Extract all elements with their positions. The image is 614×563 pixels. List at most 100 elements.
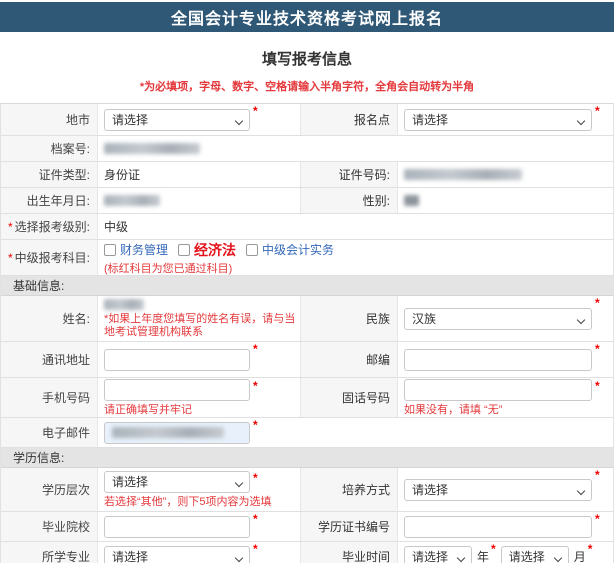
page-title: 填写报考信息 xyxy=(0,48,614,69)
gender-redacted-value xyxy=(404,195,419,206)
ethnicity-select-value: 汉族 xyxy=(412,310,436,327)
name-note: *如果上年度您填写的姓名有误，请与当地考试管理机构联系 xyxy=(104,313,300,339)
required-asterisk: * xyxy=(8,220,13,234)
row-archive-no: 档案号: xyxy=(1,136,613,162)
archive-no-label: 档案号: xyxy=(1,136,98,161)
ethnicity-select[interactable]: 汉族 xyxy=(404,308,592,330)
exam-level-value: 中级 xyxy=(98,214,613,239)
required-asterisk: * xyxy=(253,342,258,356)
grad-month-suffix: 月 xyxy=(574,548,586,563)
grad-month-select[interactable]: 请选择 xyxy=(501,546,569,563)
required-asterisk: * xyxy=(595,296,600,310)
required-asterisk: * xyxy=(253,104,258,118)
chevron-down-icon xyxy=(235,478,243,486)
mobile-input[interactable] xyxy=(104,379,250,401)
subject-checkbox-economic-law[interactable] xyxy=(178,244,190,256)
mobile-label: 手机号码 xyxy=(1,378,98,417)
ethnicity-label: 民族 xyxy=(301,296,398,341)
city-label: 地市 xyxy=(1,104,98,135)
row-edulevel-training: 学历层次 请选择 * 若选择“其他”，则下5项内容为选填 培养方式 请选择 * xyxy=(1,468,613,512)
school-label: 毕业院校 xyxy=(1,512,98,541)
app-header: 全国会计专业技术资格考试网上报名 xyxy=(0,2,614,32)
required-asterisk: * xyxy=(595,342,600,356)
subject-checkbox-practice[interactable] xyxy=(246,244,258,256)
subject-label-practice[interactable]: 中级会计实务 xyxy=(262,241,334,258)
training-mode-label: 培养方式 xyxy=(301,468,398,511)
email-redacted-value xyxy=(112,427,224,438)
required-asterisk: * xyxy=(595,379,600,393)
birth-date-redacted-value xyxy=(104,195,160,206)
required-asterisk: * xyxy=(595,104,600,118)
required-asterisk: * xyxy=(8,251,13,265)
subjects-note: (标红科目为您已通过科目) xyxy=(104,263,232,276)
landline-label: 固话号码 xyxy=(301,378,398,417)
required-asterisk: * xyxy=(588,542,593,556)
row-school-certno: 毕业院校 * 学历证书编号 * xyxy=(1,512,613,542)
required-asterisk: * xyxy=(595,468,600,482)
major-label: 所学专业 xyxy=(1,542,98,563)
exam-level-label: * 选择报考级别: xyxy=(1,214,98,239)
birth-date-label: 出生年月日: xyxy=(1,188,98,213)
row-address-postcode: 通讯地址 * 邮编 * xyxy=(1,342,613,378)
edu-level-select[interactable]: 请选择 xyxy=(104,471,250,493)
mobile-note: 请正确填写并牢记 xyxy=(104,404,192,417)
chevron-down-icon xyxy=(235,553,243,561)
row-city-regpoint: 地市 请选择 * 报名点 请选择 * xyxy=(1,104,613,136)
email-input[interactable] xyxy=(104,422,250,444)
regpoint-select-value: 请选择 xyxy=(412,111,448,128)
name-label: 姓名: xyxy=(1,296,98,341)
required-asterisk: * xyxy=(253,379,258,393)
section-education-info: 学历信息: xyxy=(1,448,613,468)
required-asterisk: * xyxy=(253,512,258,526)
email-label: 电子邮件 xyxy=(1,418,98,447)
training-mode-select[interactable]: 请选择 xyxy=(404,479,592,501)
chevron-down-icon xyxy=(457,553,465,561)
archive-no-redacted-value xyxy=(104,143,200,154)
landline-input[interactable] xyxy=(404,379,592,401)
chevron-down-icon xyxy=(577,315,585,323)
required-asterisk: * xyxy=(491,542,496,556)
chevron-down-icon xyxy=(577,486,585,494)
row-mobile-landline: 手机号码 * 请正确填写并牢记 固话号码 * 如果没有，请填 “无” xyxy=(1,378,613,418)
cert-no-label: 学历证书编号 xyxy=(301,512,398,541)
gender-label: 性别: xyxy=(301,188,398,213)
row-name-ethnicity: 姓名: *如果上年度您填写的姓名有误，请与当地考试管理机构联系 民族 汉族 * xyxy=(1,296,613,342)
regpoint-label: 报名点 xyxy=(301,104,398,135)
row-major-gradtime: 所学专业 请选择 * 毕业时间 请选择 年 * 请选择 月 * xyxy=(1,542,613,563)
edu-level-note: 若选择“其他”，则下5项内容为选填 xyxy=(104,496,271,509)
training-mode-select-value: 请选择 xyxy=(412,481,448,498)
landline-note: 如果没有，请填 “无” xyxy=(404,404,502,417)
address-label: 通讯地址 xyxy=(1,342,98,377)
edu-level-label: 学历层次 xyxy=(1,468,98,511)
subject-label-finance[interactable]: 财务管理 xyxy=(120,241,168,258)
required-asterisk: * xyxy=(253,418,258,432)
edu-level-select-value: 请选择 xyxy=(112,473,148,490)
grad-year-suffix: 年 xyxy=(477,548,489,563)
major-select-value: 请选择 xyxy=(112,548,148,563)
address-input[interactable] xyxy=(104,349,250,371)
grad-year-select[interactable]: 请选择 xyxy=(404,546,472,563)
subjects-label: * 中级报考科目: xyxy=(1,240,98,275)
regpoint-select[interactable]: 请选择 xyxy=(404,109,592,131)
school-input[interactable] xyxy=(104,516,250,538)
name-redacted-value xyxy=(104,299,144,310)
major-select[interactable]: 请选择 xyxy=(104,546,250,563)
grad-month-select-value: 请选择 xyxy=(509,548,545,563)
registration-form: 地市 请选择 * 报名点 请选择 * 档案号: 证件类型: 身份证 证件号码: xyxy=(0,103,614,563)
city-select-value: 请选择 xyxy=(112,111,148,128)
row-birth-gender: 出生年月日: 性别: xyxy=(1,188,613,214)
chevron-down-icon xyxy=(553,553,561,561)
required-asterisk: * xyxy=(253,471,258,485)
postcode-input[interactable] xyxy=(404,349,592,371)
chevron-down-icon xyxy=(235,116,243,124)
city-select[interactable]: 请选择 xyxy=(104,109,250,131)
app-title: 全国会计专业技术资格考试网上报名 xyxy=(171,5,443,29)
chevron-down-icon xyxy=(577,116,585,124)
required-asterisk: * xyxy=(595,512,600,526)
subject-label-economic-law[interactable]: 经济法 xyxy=(194,240,236,260)
row-exam-level: * 选择报考级别: 中级 xyxy=(1,214,613,240)
cert-no-input[interactable] xyxy=(404,516,592,538)
required-asterisk: * xyxy=(253,542,258,556)
subject-checkbox-finance[interactable] xyxy=(104,244,116,256)
id-number-label: 证件号码: xyxy=(301,162,398,187)
